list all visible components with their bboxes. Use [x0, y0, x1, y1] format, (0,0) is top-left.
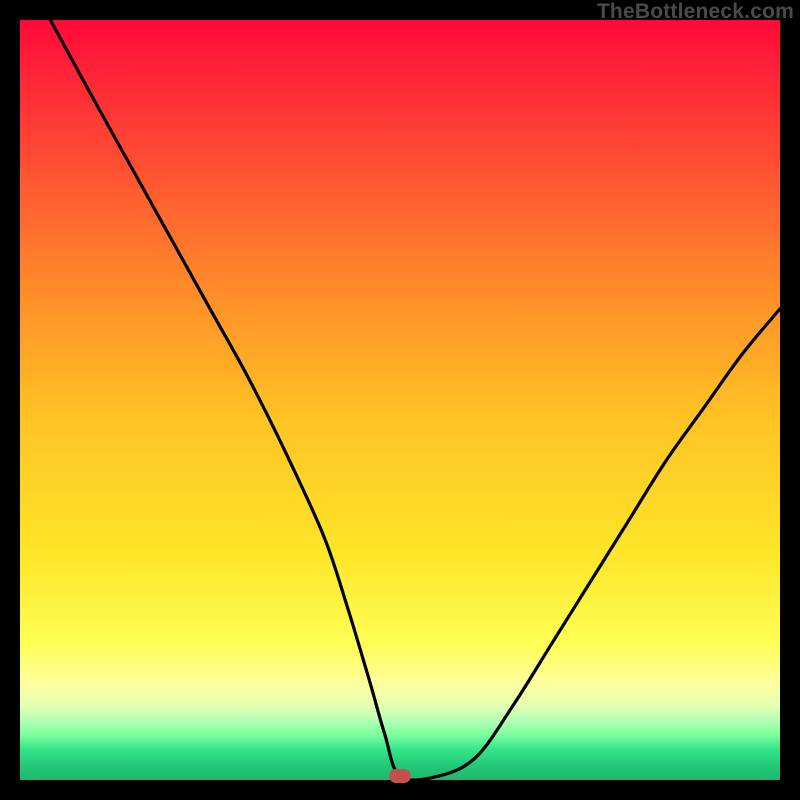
chart-frame: TheBottleneck.com — [0, 0, 800, 800]
watermark-text: TheBottleneck.com — [597, 0, 794, 24]
optimal-marker — [389, 769, 411, 783]
plot-area — [20, 20, 780, 780]
bottleneck-curve — [20, 20, 780, 780]
